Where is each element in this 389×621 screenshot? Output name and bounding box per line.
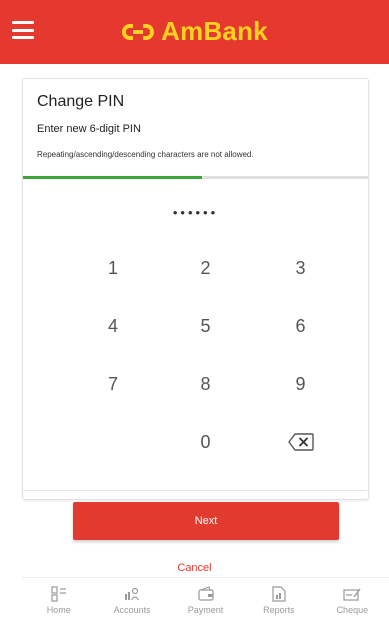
pin-instruction: Enter new 6-digit PIN	[37, 123, 141, 135]
nav-item-reports[interactable]: Reports	[242, 578, 315, 621]
nav-label-cheque: Cheque	[336, 605, 369, 615]
key-1[interactable]: 1	[68, 258, 158, 279]
key-8[interactable]: 8	[158, 374, 253, 395]
brand: AmBank	[0, 16, 389, 47]
backspace-key[interactable]	[253, 433, 348, 451]
next-button[interactable]: Next	[73, 502, 339, 540]
nav-item-payment[interactable]: Payment	[169, 578, 242, 621]
key-4[interactable]: 4	[68, 316, 158, 337]
nav-item-cheque[interactable]: Cheque	[316, 578, 389, 621]
change-pin-card: Change PIN Enter new 6-digit PIN Repeati…	[22, 78, 369, 500]
home-icon	[51, 586, 67, 602]
nav-label-reports: Reports	[263, 605, 295, 615]
brand-name: AmBank	[161, 16, 268, 46]
backspace-icon	[287, 433, 314, 451]
screen: AmBank Change PIN Enter new 6-digit PIN …	[0, 0, 389, 621]
nav-label-payment: Payment	[187, 605, 224, 615]
payment-icon	[197, 586, 215, 602]
key-5[interactable]: 5	[158, 316, 253, 337]
pin-mask-display: ••••••	[172, 205, 219, 220]
pin-progress-track	[23, 176, 368, 179]
accounts-icon	[123, 586, 141, 602]
cancel-link[interactable]: Cancel	[0, 562, 389, 574]
footer-divider	[22, 490, 367, 491]
key-6[interactable]: 6	[253, 316, 348, 337]
numeric-keypad: 1 2 3 4 5 6 7 8 9 0	[68, 239, 368, 471]
reports-icon	[271, 586, 287, 602]
cheque-icon	[343, 586, 361, 602]
pin-rule-hint: Repeating/ascending/descending character…	[37, 150, 254, 159]
key-7[interactable]: 7	[68, 374, 158, 395]
page-title: Change PIN	[37, 93, 125, 110]
nav-item-accounts[interactable]: Accounts	[95, 578, 168, 621]
nav-label-accounts: Accounts	[113, 605, 151, 615]
ambank-logo-icon	[122, 23, 155, 40]
key-9[interactable]: 9	[253, 374, 348, 395]
key-3[interactable]: 3	[253, 258, 348, 279]
nav-label-home: Home	[46, 605, 71, 615]
key-0[interactable]: 0	[158, 432, 253, 453]
top-app-bar: AmBank	[0, 0, 389, 64]
key-2[interactable]: 2	[158, 258, 253, 279]
nav-item-home[interactable]: Home	[22, 578, 95, 621]
pin-progress-fill	[23, 176, 203, 179]
bottom-navigation: Home Accounts Payment Reports Cheque	[22, 577, 389, 621]
